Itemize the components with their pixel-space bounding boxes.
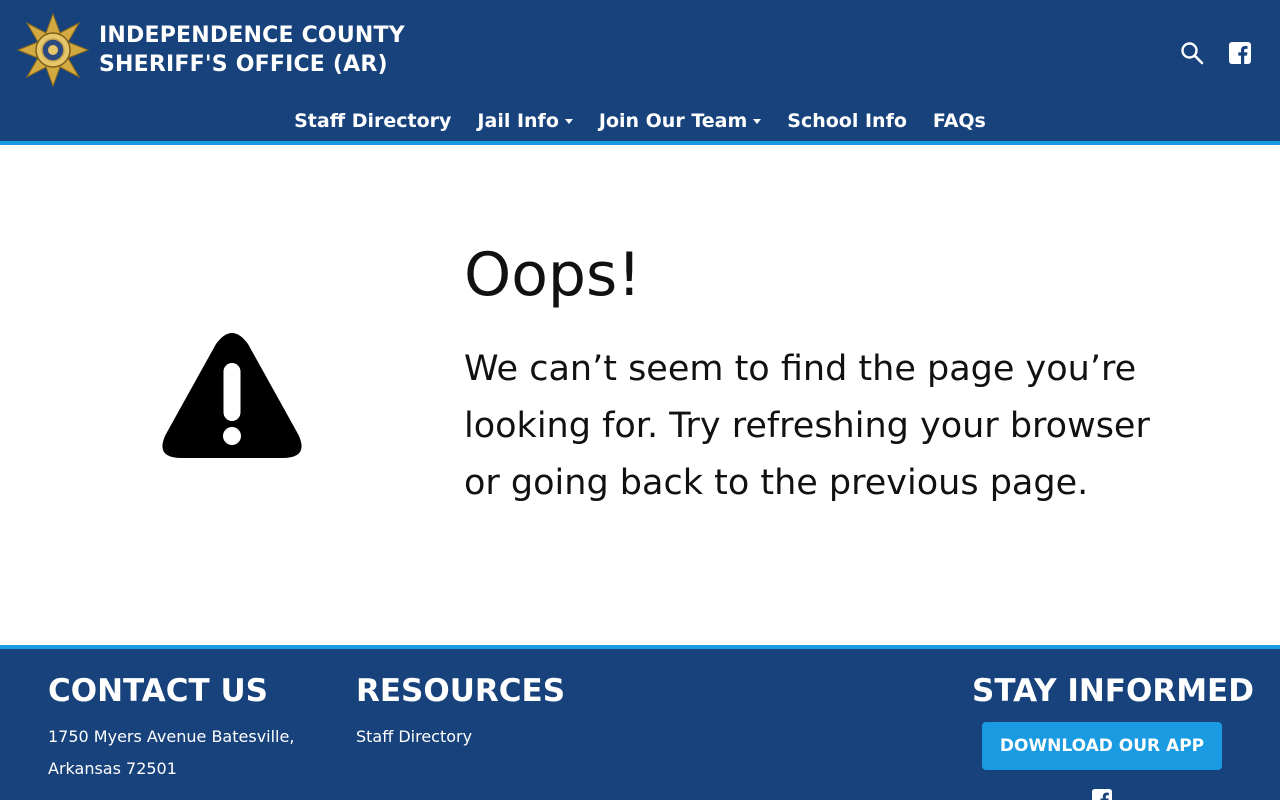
- address-line1: 1750 Myers Avenue Batesville,: [48, 727, 295, 746]
- resources-heading: RESOURCES: [356, 673, 566, 709]
- main-nav: Staff Directory Jail Info Join Our Team …: [0, 105, 1280, 137]
- org-name-line1: INDEPENDENCE COUNTY: [99, 23, 405, 48]
- caret-down-icon: [564, 118, 573, 124]
- site-footer: CONTACT US 1750 Myers Avenue Batesville,…: [0, 645, 1280, 800]
- org-name-line2: SHERIFF'S OFFICE (AR): [99, 52, 388, 77]
- footer-link-staff-directory[interactable]: Staff Directory: [356, 721, 472, 753]
- nav-item-join-our-team[interactable]: Join Our Team: [598, 105, 762, 137]
- nav-item-school-info[interactable]: School Info: [787, 105, 907, 137]
- warning-triangle-icon: [162, 333, 302, 458]
- site-header: INDEPENDENCE COUNTY SHERIFF'S OFFICE (AR…: [0, 0, 1280, 145]
- nav-item-label: FAQs: [932, 110, 986, 132]
- download-app-button[interactable]: DOWNLOAD OUR APP: [982, 722, 1222, 770]
- facebook-link[interactable]: [1227, 40, 1253, 66]
- error-message: We can’t seem to find the page you’re lo…: [464, 349, 1150, 503]
- facebook-icon[interactable]: [1092, 789, 1112, 800]
- nav-item-label: Jail Info: [477, 110, 559, 132]
- home-link[interactable]: INDEPENDENCE COUNTY SHERIFF'S OFFICE (AR…: [16, 13, 405, 87]
- nav-item-staff-directory[interactable]: Staff Directory: [294, 105, 451, 137]
- nav-item-jail-info[interactable]: Jail Info: [477, 105, 573, 137]
- org-name: INDEPENDENCE COUNTY SHERIFF'S OFFICE (AR…: [99, 21, 405, 79]
- error-content: Oops! We can’t seem to find the page you…: [0, 145, 1280, 645]
- contact-heading: CONTACT US: [48, 673, 268, 709]
- address-line2: Arkansas 72501: [48, 759, 177, 778]
- facebook-icon: [1229, 42, 1251, 64]
- nav-item-label: School Info: [787, 110, 907, 132]
- search-icon: [1181, 42, 1204, 65]
- nav-item-label: Join Our Team: [598, 110, 748, 132]
- sheriff-star-badge-icon: [16, 13, 90, 87]
- nav-item-label: Staff Directory: [294, 110, 452, 132]
- stay-informed-heading: STAY INFORMED: [972, 673, 1254, 709]
- caret-down-icon: [753, 118, 762, 124]
- search-button[interactable]: [1179, 40, 1205, 66]
- nav-item-faqs[interactable]: FAQs: [933, 105, 986, 137]
- error-title: Oops!: [464, 240, 642, 310]
